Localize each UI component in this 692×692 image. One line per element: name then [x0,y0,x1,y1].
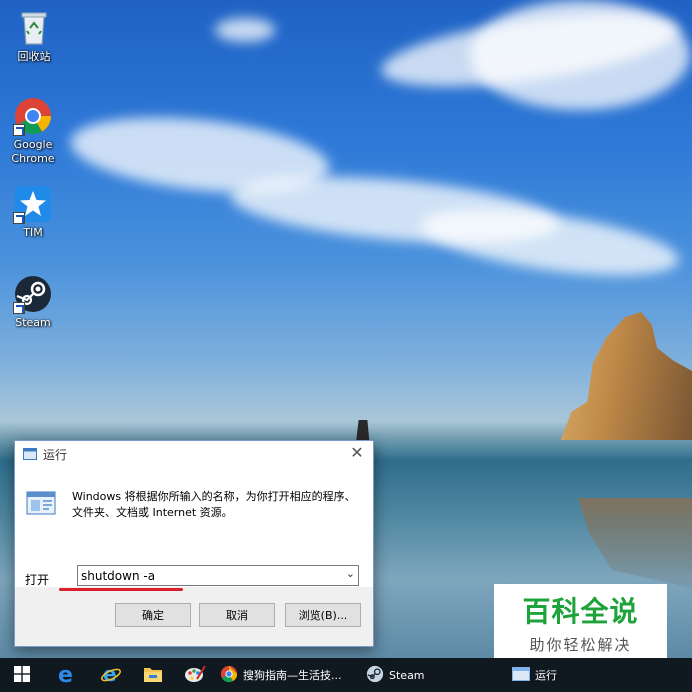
taskbar-edge[interactable]: e [44,658,90,692]
desktop-icon-steam[interactable]: Steam [1,274,65,330]
run-title-icon [23,448,37,460]
chrome-icon [220,665,238,686]
desktop-icon-label: Steam [15,316,51,329]
taskbar-internet-explorer[interactable]: e [90,658,132,692]
desktop-icon-google-chrome[interactable]: Google Chrome [1,96,65,166]
taskbar-item-label: 搜狗指南—生活技... [243,669,342,682]
close-button[interactable]: ✕ [349,445,365,461]
taskbar-paint[interactable] [174,658,216,692]
red-highlight-underline [59,588,183,591]
run-dialog-title: 运行 [43,447,68,462]
watermark: 百科全说 助你轻松解决 [494,584,667,666]
shortcut-arrow-icon [13,124,25,136]
shortcut-arrow-icon [13,212,25,224]
steam-icon [366,665,384,686]
cancel-button[interactable]: 取消 [199,603,275,627]
file-explorer-icon [143,665,163,686]
tim-icon [13,184,53,224]
run-icon [512,666,530,684]
svg-text:e: e [58,663,73,685]
run-program-icon [25,489,57,517]
run-dialog-body: Windows 将根据你所输入的名称，为你打开相应的程序、文件夹、文档或 Int… [15,467,373,591]
taskbar-chrome-window[interactable]: 搜狗指南—生活技... [216,658,362,692]
chevron-down-icon[interactable]: ⌄ [346,567,355,580]
taskbar-item-label: 运行 [535,669,557,682]
run-dialog-description: Windows 将根据你所输入的名称，为你打开相应的程序、文件夹、文档或 Int… [72,490,356,519]
run-dialog: 运行 ✕ Windows 将根据你所输入的名称，为你打开相应的程序、文件夹、文档… [14,440,374,647]
start-button[interactable] [0,658,44,692]
windows-start-icon [14,665,30,685]
ok-button[interactable]: 确定 [115,603,191,627]
run-dialog-titlebar[interactable]: 运行 ✕ [15,441,373,467]
browse-button[interactable]: 浏览(B)... [285,603,361,627]
taskbar: e e 搜狗指南—生活技... Steam 运行 [0,658,692,692]
shortcut-arrow-icon [13,302,25,314]
taskbar-run-window[interactable]: 运行 [506,658,606,692]
taskbar-steam-window[interactable]: Steam [362,658,506,692]
edge-icon: e [56,663,78,688]
watermark-subtitle: 助你轻松解决 [529,635,632,654]
taskbar-item-label: Steam [389,668,425,682]
recycle-bin-icon [14,8,54,48]
command-input[interactable] [78,566,331,585]
desktop-icon-recycle-bin[interactable]: 回收站 [2,8,66,64]
desktop-icon-tim[interactable]: TIM [1,184,65,240]
taskbar-file-explorer[interactable] [132,658,174,692]
command-combobox[interactable]: ⌄ [77,565,359,586]
rock-formation [560,312,692,440]
desktop-icon-label: Google Chrome [11,138,55,165]
steam-icon [13,274,53,314]
chrome-icon [13,96,53,136]
paint-icon [184,664,206,687]
desktop-icon-label: 回收站 [17,50,51,63]
watermark-title: 百科全说 [522,594,639,628]
internet-explorer-icon: e [100,662,122,688]
desktop-icon-label: TIM [23,226,43,239]
open-label: 打开 [25,573,50,587]
